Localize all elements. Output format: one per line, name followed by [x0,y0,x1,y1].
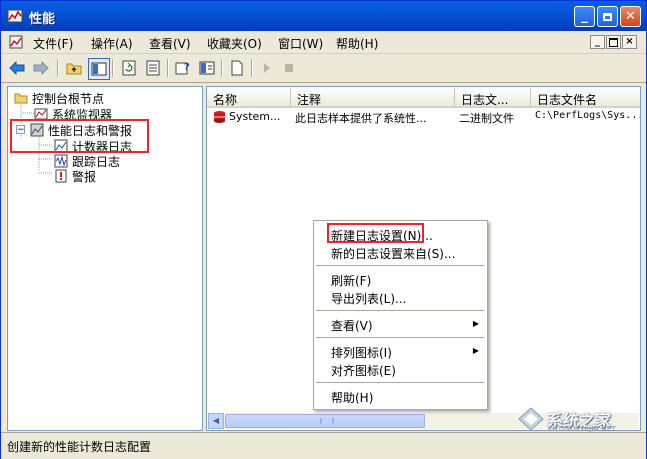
menu-view[interactable]: 查看(V) [149,35,191,52]
toolbar-separator [112,59,114,77]
mdi-minimize-button[interactable]: _ [590,35,605,49]
menu-window[interactable]: 窗口(W) [278,35,323,52]
scroll-thumb[interactable] [225,414,425,428]
context-menu: 新建日志设置(N)... 新的日志设置来自(S)... 刷新(F) 导出列表(L… [313,220,488,410]
toolbar-separator [221,59,223,77]
column-header-comment[interactable]: 注释 [291,88,455,108]
cell-log-file: C:\PerfLogs\Sys... [535,110,641,121]
export-list-button[interactable] [143,58,163,78]
restore-icon [609,38,618,47]
title-bar[interactable]: 性能 _ ✕ [1,1,646,31]
up-one-level-button[interactable] [64,58,84,78]
menu-separator [316,337,484,338]
folder-icon [14,93,28,104]
mdi-close-button[interactable]: × [622,35,637,49]
back-button[interactable] [7,58,27,78]
window-title: 性能 [29,12,56,27]
watermark: 系统之家 XITONGZHIJIA.NET [517,405,642,433]
stop-log-button[interactable] [279,58,299,78]
properties-icon [199,61,215,75]
menu-file[interactable]: 文件(F) [33,35,73,52]
tree-label-root: 控制台根节点 [32,92,105,106]
menu-separator [316,382,484,383]
menu-separator [316,265,484,266]
help-button[interactable]: ? [173,58,193,78]
toolbar-separator [167,59,169,77]
toolbar: ? [1,54,646,83]
watermark-logo-icon [518,407,544,431]
alert-icon [55,169,67,183]
menu-action[interactable]: 操作(A) [91,35,133,52]
refresh-icon [122,60,136,76]
mdi-restore-button[interactable] [606,35,621,49]
help-icon: ? [175,62,190,75]
maximize-icon [603,12,612,21]
show-hide-tree-button[interactable] [88,58,110,80]
menu-item-refresh[interactable]: 刷新(F) [331,272,371,289]
scroll-left-button[interactable]: ◀ [208,413,224,429]
grip-icon [320,418,334,424]
console-tree-icon [91,62,107,76]
new-log-button[interactable] [227,58,247,78]
highlight-box [10,119,149,153]
console-menu-icon[interactable] [9,35,23,49]
close-icon: ✕ [625,9,636,24]
maximize-button[interactable] [597,6,618,27]
column-header-name[interactable]: 名称 [207,88,291,108]
toolbar-separator [57,59,59,77]
menu-item-arrange-icons[interactable]: 排列图标(I) [331,344,392,361]
arrow-left-icon: ◀ [212,416,220,425]
svg-text:?: ? [184,62,190,73]
forward-button[interactable] [31,58,51,78]
back-arrow-icon [9,61,25,75]
minimize-button[interactable]: _ [574,6,595,27]
toolbar-separator [251,59,253,77]
close-button[interactable]: ✕ [620,6,641,27]
column-header-log-file[interactable]: 日志文件名 [531,88,640,108]
menu-separator [316,310,484,311]
app-window: 性能 _ ✕ 文件(F) 操作(A) 查看(V) 收藏夹(O) 窗口(W) 帮助… [0,0,647,459]
forward-arrow-icon [33,61,49,75]
trace-log-icon [54,154,68,168]
highlight-box [327,223,424,243]
menu-bar: 文件(F) 操作(A) 查看(V) 收藏夹(O) 窗口(W) 帮助(H) _ × [1,31,646,54]
menu-item-export-list[interactable]: 导出列表(L)... [331,290,407,307]
new-document-icon [231,60,243,76]
status-bar: 创建新的性能计数日志配置 [1,432,646,459]
folder-up-icon [66,63,82,75]
menu-item-view[interactable]: 查看(V) [331,317,373,334]
watermark-subtext: XITONGZHIJIA.NET [547,425,617,433]
menu-item-line-up-icons[interactable]: 对齐图标(E) [331,362,396,379]
cell-log-type: 二进制文件 [459,112,514,125]
play-icon [264,63,270,73]
menu-help[interactable]: 帮助(H) [336,35,378,52]
column-header-log-type[interactable]: 日志文... [455,88,531,108]
refresh-button[interactable] [119,58,139,78]
submenu-arrow-icon: ▶ [472,346,479,355]
status-text: 创建新的性能计数日志配置 [7,440,152,454]
minimize-icon: _ [581,9,588,24]
cell-comment: 此日志样本提供了系统性... [295,112,427,125]
log-stopped-icon [214,111,225,123]
cell-name: System... [229,110,281,123]
menu-favorites[interactable]: 收藏夹(O) [207,35,262,52]
export-list-icon [146,60,160,76]
performance-app-icon [7,9,23,23]
stop-icon [285,64,293,72]
menu-item-help[interactable]: 帮助(H) [331,389,373,406]
properties-button[interactable] [197,58,217,78]
menu-item-new-log-from[interactable]: 新的日志设置来自(S)... [331,245,455,262]
submenu-arrow-icon: ▶ [472,319,479,328]
tree-label-alerts: 警报 [72,170,97,184]
start-log-button[interactable] [257,58,277,78]
